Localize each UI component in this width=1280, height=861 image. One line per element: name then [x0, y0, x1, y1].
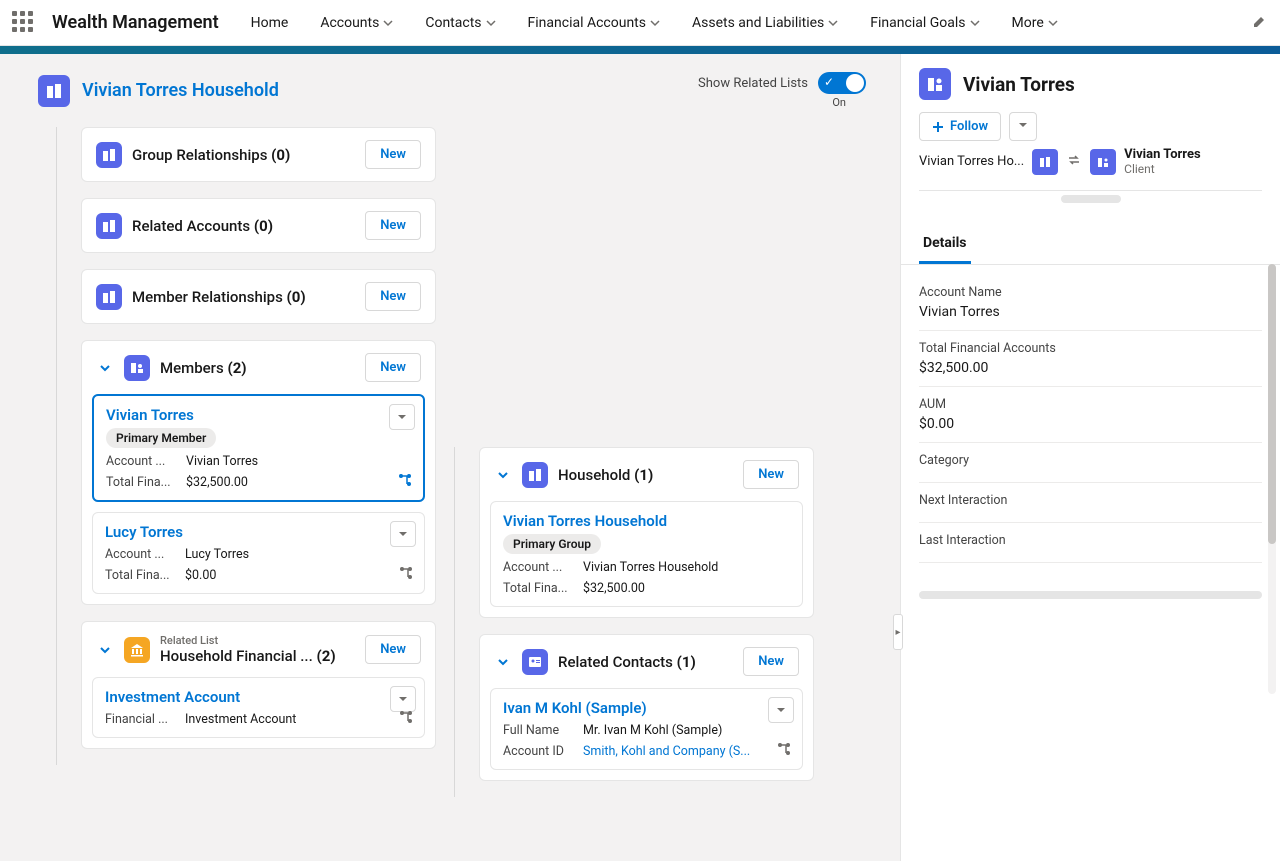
contact-card-icon — [522, 649, 548, 675]
relation-right-sub: Client — [1124, 162, 1201, 176]
new-member-button[interactable]: New — [365, 353, 421, 382]
member-card-vivian[interactable]: Vivian Torres Primary Member Account ...… — [92, 394, 425, 502]
related-contact-actions-dropdown[interactable] — [768, 697, 794, 723]
primary-group-badge: Primary Group — [503, 534, 601, 554]
edit-nav-icon[interactable] — [1252, 13, 1268, 33]
brand-band — [0, 46, 1280, 54]
chevron-down-icon — [970, 18, 980, 28]
nav-contacts[interactable]: Contacts — [413, 0, 507, 46]
top-nav: Wealth Management Home Accounts Contacts… — [0, 0, 1280, 46]
building-icon — [96, 142, 122, 168]
chevron-down-icon — [828, 18, 838, 28]
drag-handle[interactable] — [1061, 195, 1121, 203]
card-member-relationships: Member Relationships (0) New — [81, 269, 436, 324]
card-members: Members (2) New Vivian Torres Primary Me… — [81, 340, 436, 605]
chevron-down-icon — [383, 18, 393, 28]
household-item-card[interactable]: Vivian Torres Household Primary Group Ac… — [490, 501, 803, 607]
building-icon — [522, 462, 548, 488]
new-member-relationship-button[interactable]: New — [365, 282, 421, 311]
sidebar-title: Vivian Torres — [963, 73, 1075, 96]
tab-details[interactable]: Details — [919, 225, 971, 264]
sidebar-tabs: Details — [901, 225, 1280, 265]
related-contact-name-link[interactable]: Ivan M Kohl (Sample) — [503, 699, 790, 717]
member-card-lucy[interactable]: Lucy Torres Account ...Lucy Torres Total… — [92, 512, 425, 594]
card-group-relationships: Group Relationships (0) New — [81, 127, 436, 182]
member-actions-dropdown[interactable] — [390, 521, 416, 547]
hierarchy-icon[interactable] — [398, 709, 414, 729]
new-related-account-button[interactable]: New — [365, 211, 421, 240]
hierarchy-icon[interactable] — [398, 565, 414, 585]
primary-member-badge: Primary Member — [106, 428, 216, 448]
member-name-link[interactable]: Vivian Torres — [106, 406, 411, 424]
page-title-link[interactable]: Vivian Torres Household — [82, 80, 279, 101]
toggle-state: On — [832, 96, 846, 109]
field-next-interaction: Next Interaction — [919, 483, 1262, 523]
tree-column-2: Household (1) New Vivian Torres Househol… — [454, 447, 814, 797]
person-building-icon — [919, 68, 951, 100]
chevron-down-icon — [486, 18, 496, 28]
hhfin-name-link[interactable]: Investment Account — [105, 688, 412, 706]
sidebar-horiz-scrollbar[interactable] — [919, 591, 1262, 599]
person-building-icon — [1090, 149, 1116, 175]
page-title: Vivian Torres Household — [38, 75, 279, 107]
collapse-hhfin-icon[interactable] — [96, 641, 114, 659]
field-category: Category — [919, 443, 1262, 483]
card-household-financial: Related List Household Financial ... (2)… — [81, 621, 436, 749]
new-household-button[interactable]: New — [743, 460, 799, 489]
field-last-interaction: Last Interaction — [919, 523, 1262, 563]
building-icon — [1032, 149, 1058, 175]
chevron-down-icon — [1048, 18, 1058, 28]
workspace: Vivian Torres Household Show Related Lis… — [0, 54, 1280, 861]
follow-button[interactable]: Follow — [919, 112, 1001, 141]
member-actions-dropdown[interactable] — [389, 404, 415, 430]
collapse-relcon-icon[interactable] — [494, 653, 512, 671]
card-related-accounts: Related Accounts (0) New — [81, 198, 436, 253]
household-icon — [38, 75, 70, 107]
field-aum: AUM$0.00 — [919, 387, 1262, 443]
sidebar-collapse-handle[interactable]: ▸ — [893, 614, 903, 650]
nav-financial-accounts[interactable]: Financial Accounts — [516, 0, 672, 46]
related-contact-card[interactable]: Ivan M Kohl (Sample) Full NameMr. Ivan M… — [490, 688, 803, 770]
show-related-lists-toggle[interactable]: ✓ — [818, 72, 866, 94]
page-header: Vivian Torres Household Show Related Lis… — [38, 72, 890, 109]
sidebar-actions-dropdown[interactable] — [1009, 112, 1037, 141]
collapse-household-icon[interactable] — [494, 466, 512, 484]
swap-icon — [1066, 152, 1082, 172]
new-related-contact-button[interactable]: New — [743, 647, 799, 676]
household-name-link[interactable]: Vivian Torres Household — [503, 512, 790, 530]
relation-left[interactable]: Vivian Torres Ho... — [919, 154, 1024, 169]
nav-more[interactable]: More — [1000, 0, 1070, 46]
new-hhfin-button[interactable]: New — [365, 635, 421, 664]
field-total-financial-accounts: Total Financial Accounts$32,500.00 — [919, 331, 1262, 387]
hierarchy-icon[interactable] — [397, 472, 413, 492]
building-icon — [96, 213, 122, 239]
new-group-relationship-button[interactable]: New — [365, 140, 421, 169]
relation-breadcrumb: Vivian Torres Ho... Vivian Torres Client — [919, 147, 1262, 191]
nav-accounts[interactable]: Accounts — [308, 0, 405, 46]
chevron-down-icon — [650, 18, 660, 28]
hhfin-item-card[interactable]: Investment Account Financial ...Investme… — [92, 677, 425, 738]
tree-column-1: Group Relationships (0) New Related Acco… — [56, 127, 436, 765]
bank-icon — [124, 637, 150, 663]
app-title: Wealth Management — [52, 12, 219, 33]
sidebar: ▸ Vivian Torres Follow Vivian Torres Ho.… — [900, 54, 1280, 861]
person-building-icon — [124, 355, 150, 381]
card-household: Household (1) New Vivian Torres Househol… — [479, 447, 814, 618]
collapse-members-icon[interactable] — [96, 359, 114, 377]
card-related-contacts: Related Contacts (1) New Ivan M Kohl (Sa… — [479, 634, 814, 781]
nav-financial-goals[interactable]: Financial Goals — [858, 0, 991, 46]
member-name-link[interactable]: Lucy Torres — [105, 523, 412, 541]
nav-home[interactable]: Home — [239, 0, 301, 46]
hierarchy-icon[interactable] — [776, 741, 792, 761]
relation-right-name[interactable]: Vivian Torres — [1124, 147, 1201, 162]
details-body: Account NameVivian Torres Total Financia… — [901, 265, 1280, 583]
app-launcher-icon[interactable] — [12, 11, 36, 35]
nav-assets-liabilities[interactable]: Assets and Liabilities — [680, 0, 850, 46]
account-id-link[interactable]: Smith, Kohl and Company (S... — [583, 744, 790, 759]
field-account-name: Account NameVivian Torres — [919, 275, 1262, 331]
building-icon — [96, 284, 122, 310]
main-column: Vivian Torres Household Show Related Lis… — [0, 54, 900, 861]
sidebar-scrollbar[interactable] — [1268, 264, 1276, 694]
toggle-label: Show Related Lists — [698, 76, 808, 91]
